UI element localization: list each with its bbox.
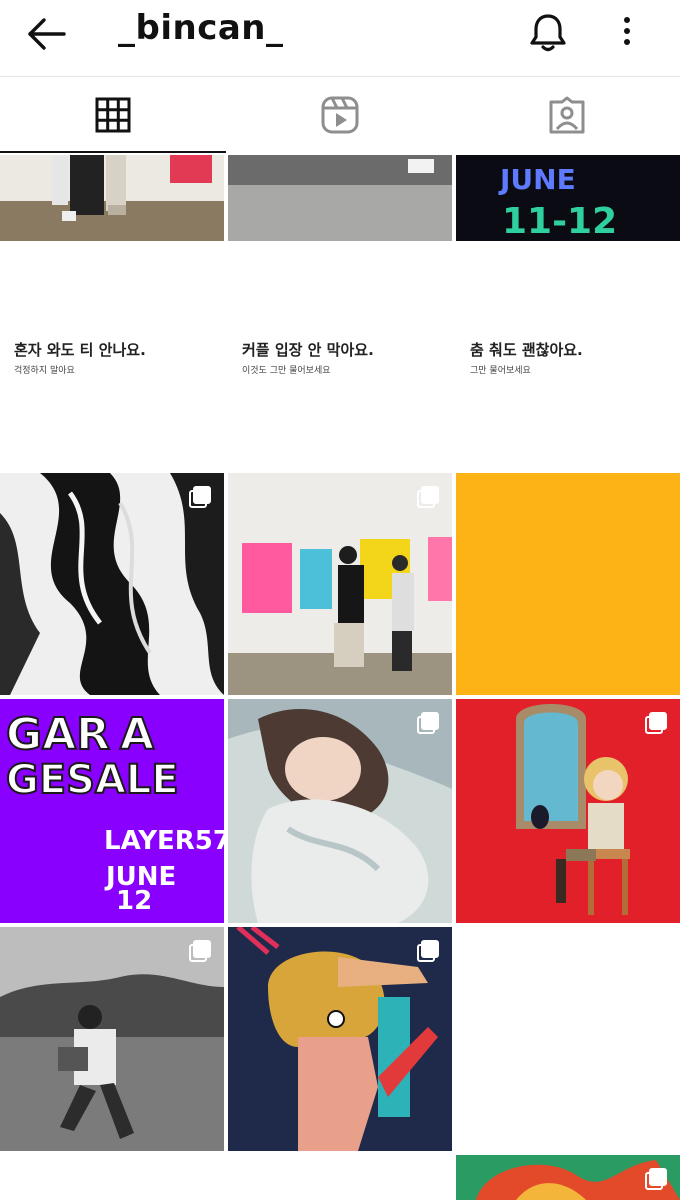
bell-icon: [530, 14, 566, 52]
multiple-posts-icon: [417, 940, 439, 962]
post-title: 혼자 와도 티 안나요.: [14, 341, 146, 359]
gallery-visitors-photo: [0, 155, 224, 241]
multiple-posts-icon: [417, 486, 439, 508]
multiple-posts-icon: [189, 486, 211, 508]
post-card[interactable]: 혼자 와도 티 안나요. 걱정하지 말아요: [0, 243, 224, 471]
post-thumbnail[interactable]: [0, 927, 224, 1151]
post-thumbnail[interactable]: [0, 473, 224, 695]
svg-text:LAYER57: LAYER57: [104, 826, 224, 856]
post-subtitle: 이것도 그만 물어보세요: [242, 366, 331, 376]
post-thumbnail[interactable]: [228, 473, 452, 695]
top-app-bar: _bincan_: [0, 0, 680, 77]
june-11-12-poster: JUNE 11-12: [456, 155, 680, 241]
svg-text:12: 12: [116, 886, 152, 916]
multiple-posts-icon: [189, 940, 211, 962]
grid-icon: [95, 97, 131, 133]
tab-tagged[interactable]: [454, 77, 680, 153]
more-vertical-icon: [624, 17, 630, 45]
reels-icon: [321, 96, 359, 134]
tab-grid[interactable]: [0, 77, 226, 153]
svg-text:A: A: [120, 709, 154, 760]
post-card[interactable]: 커플 입장 안 막아요. 이것도 그만 물어보세요: [228, 243, 452, 471]
tagged-person-icon: [549, 96, 585, 134]
back-button[interactable]: [22, 12, 72, 56]
post-thumbnail[interactable]: [228, 699, 452, 923]
svg-text:JUNE: JUNE: [498, 163, 576, 196]
post-card[interactable]: 춤 춰도 괜찮아요. 그만 물어보세요: [456, 243, 680, 471]
post-thumbnail[interactable]: GAR A GESALE LAYER57 JUNE 12: [0, 699, 224, 923]
multiple-posts-icon: [645, 712, 667, 734]
multiple-posts-icon: [645, 1168, 667, 1190]
notifications-button[interactable]: [526, 10, 570, 54]
profile-username: _bincan_: [118, 8, 284, 48]
garage-sale-poster: GAR A GESALE LAYER57 JUNE 12: [0, 699, 224, 923]
post-thumbnail[interactable]: [228, 155, 452, 241]
profile-tabs: [0, 77, 680, 153]
post-thumbnail[interactable]: [0, 155, 224, 241]
concrete-floor-photo: [228, 155, 452, 241]
post-subtitle: 그만 물어보세요: [470, 366, 531, 376]
arrow-left-icon: [28, 18, 66, 50]
svg-text:11-12: 11-12: [502, 201, 617, 241]
post-subtitle: 걱정하지 말아요: [14, 366, 75, 376]
post-title: 커플 입장 안 막아요.: [242, 341, 374, 359]
svg-text:GESALE: GESALE: [6, 757, 179, 803]
multiple-posts-icon: [417, 712, 439, 734]
post-thumbnail[interactable]: [228, 927, 452, 1151]
post-thumbnail[interactable]: [456, 699, 680, 923]
post-thumbnail[interactable]: [456, 1155, 680, 1200]
tab-reels[interactable]: [227, 77, 453, 153]
post-title: 춤 춰도 괜찮아요.: [470, 341, 583, 359]
post-thumbnail[interactable]: JUNE 11-12: [456, 155, 680, 241]
svg-text:GAR: GAR: [6, 709, 110, 760]
post-thumbnail[interactable]: [456, 473, 680, 695]
more-options-button[interactable]: [612, 12, 642, 52]
